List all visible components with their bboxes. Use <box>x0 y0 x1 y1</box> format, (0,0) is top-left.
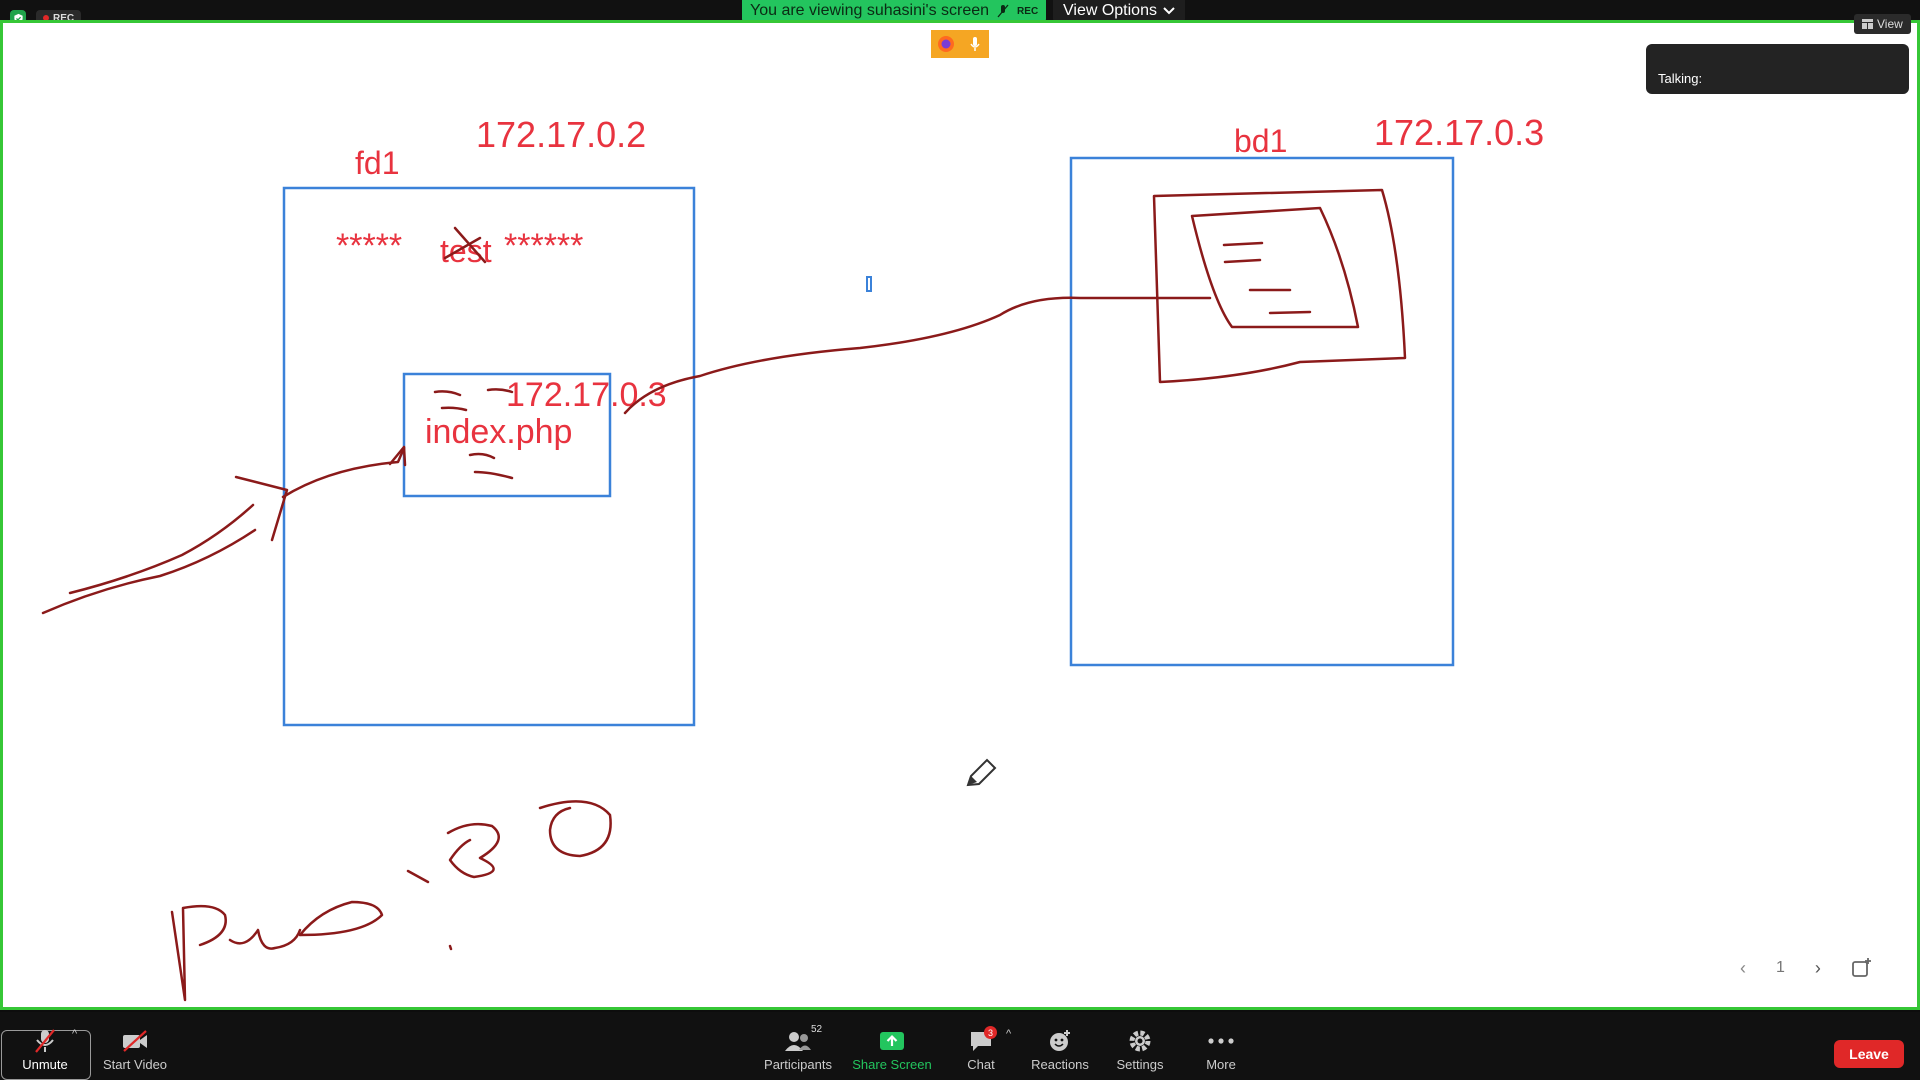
talking-panel: Talking: <box>1646 44 1909 94</box>
text-cursor-marker <box>866 276 872 292</box>
handwriting-8 <box>446 822 500 879</box>
chat-label: Chat <box>967 1057 995 1072</box>
participants-count: 52 <box>811 1024 823 1035</box>
masked-text-right: ****** <box>504 227 583 265</box>
more-label: More <box>1206 1057 1236 1072</box>
masked-text-left: ***** <box>336 227 402 265</box>
gear-icon <box>1129 1030 1151 1052</box>
handwriting-u <box>228 928 302 950</box>
pen-cursor-icon <box>966 758 997 787</box>
db-sketch-inner <box>1190 206 1360 329</box>
more-dots-icon <box>1208 1038 1234 1044</box>
grid-view-icon <box>1862 19 1873 29</box>
arrow-to-file <box>281 446 406 499</box>
scribble-dash <box>468 452 496 460</box>
connection-line <box>623 296 1212 415</box>
handwriting-0 <box>538 800 612 858</box>
chat-badge: 3 <box>984 1026 997 1039</box>
sharer-app-icons <box>931 30 989 58</box>
participants-label: Participants <box>764 1057 832 1072</box>
viewing-screen-banner: You are viewing suhasini's screen REC <box>742 0 1047 22</box>
scribble-dash <box>433 390 462 397</box>
page-navigator: ‹ 1 › <box>1740 954 1900 982</box>
handwritten-annotations <box>41 188 1407 1002</box>
masked-word: test <box>440 233 492 269</box>
participants-button[interactable]: 52 Participants <box>753 1024 843 1072</box>
view-options-button[interactable]: View Options <box>1053 0 1185 22</box>
video-off-icon <box>123 1030 147 1052</box>
scribble-dash <box>440 406 468 412</box>
share-screen-icon <box>880 1032 904 1050</box>
view-button[interactable]: View <box>1854 14 1911 34</box>
settings-label: Settings <box>1116 1057 1164 1072</box>
whiteboard-canvas[interactable]: fd1 172.17.0.2 ***** test ****** 172.17.… <box>3 23 1917 1007</box>
more-button[interactable]: More <box>1176 1028 1266 1072</box>
db-line <box>1222 241 1264 247</box>
new-page-icon[interactable] <box>1851 957 1873 979</box>
page-number: 1 <box>1776 959 1785 976</box>
handwriting-p <box>170 904 227 1002</box>
leave-button[interactable]: Leave <box>1834 1040 1904 1068</box>
scribble-dash <box>473 470 514 480</box>
firefox-icon <box>931 30 960 58</box>
reactions-label: Reactions <box>1031 1057 1089 1072</box>
db-line <box>1268 310 1312 315</box>
next-page-icon[interactable]: › <box>1815 958 1821 979</box>
bd1-label: bd1 <box>1234 123 1287 159</box>
start-video-label: Start Video <box>102 1057 168 1072</box>
fd1-label: fd1 <box>355 145 399 181</box>
talking-label: Talking: <box>1658 71 1703 86</box>
scribble-dash <box>486 388 514 394</box>
bd1-ip: 172.17.0.3 <box>1374 112 1544 153</box>
viewing-text: You are viewing suhasini's screen <box>750 2 990 19</box>
incoming-arrow-line <box>41 528 257 615</box>
audio-options-caret-icon[interactable]: ^ <box>72 1028 77 1040</box>
reactions-button[interactable]: Reactions <box>1015 1028 1105 1072</box>
db-line <box>1223 258 1262 264</box>
microphone-muted-icon <box>35 1029 55 1053</box>
handwriting-o <box>298 900 384 937</box>
chat-options-caret-icon[interactable]: ^ <box>1006 1028 1011 1040</box>
shared-screen-area: fd1 172.17.0.2 ***** test ****** 172.17.… <box>0 20 1920 1010</box>
settings-button[interactable]: Settings <box>1095 1028 1185 1072</box>
meeting-toolbar: ^ Unmute Start Video 52 Participants Sha… <box>0 1012 1920 1080</box>
share-screen-button[interactable]: Share Screen <box>847 1028 937 1072</box>
previous-page-icon[interactable]: ‹ <box>1740 958 1746 979</box>
viewing-rec-label: REC <box>1017 5 1039 17</box>
start-video-button[interactable]: Start Video <box>90 1028 180 1072</box>
arrowhead-1 <box>234 475 289 542</box>
mic-muted-icon <box>997 4 1009 18</box>
fd1-ip: 172.17.0.2 <box>476 114 646 155</box>
microphone-icon <box>960 30 989 58</box>
view-label: View <box>1877 17 1903 31</box>
unmute-button[interactable]: ^ Unmute <box>0 1028 90 1072</box>
inner-ip: 172.17.0.3 <box>506 376 667 414</box>
handwriting-dot-2 <box>448 944 453 951</box>
unmute-label: Unmute <box>22 1057 68 1072</box>
file-label: index.php <box>425 413 572 451</box>
view-options-label: View Options <box>1063 2 1157 19</box>
chevron-down-icon <box>1163 7 1175 15</box>
chat-button[interactable]: 3 ^ Chat <box>936 1026 1026 1072</box>
participants-icon <box>785 1032 811 1051</box>
handwriting-dot-1 <box>406 869 430 884</box>
bd1-box <box>1069 156 1455 667</box>
reactions-icon <box>1050 1030 1070 1051</box>
share-screen-label: Share Screen <box>852 1057 932 1072</box>
